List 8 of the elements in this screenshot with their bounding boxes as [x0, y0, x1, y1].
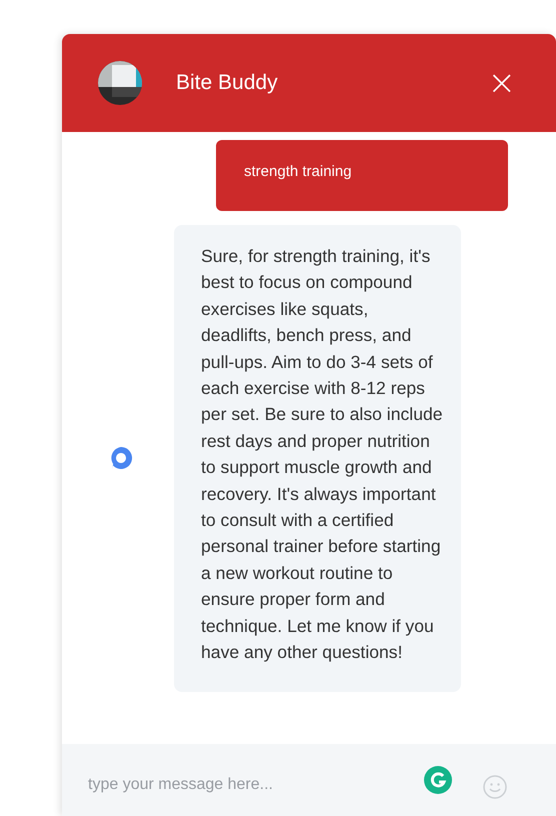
chat-title: Bite Buddy: [176, 71, 279, 95]
user-message: strength training: [216, 140, 508, 211]
close-button[interactable]: ×: [488, 66, 516, 100]
bot-message: Sure, for strength training, it's best to focus on compound exercises like squats, deadlifts, bench press, and pull-ups. Aim to do 3-4 sets of each exercise with 8-12 reps per set. Be sure to also include rest days and proper nutrition to support muscle growth and recovery. It's always important to consult with a certified personal trainer before starting a new workout routine to ensure proper form and technique. Let me know if you have any other questions!: [174, 225, 461, 692]
message-input[interactable]: type your message here...: [86, 775, 394, 795]
bot-avatar-icon: [98, 61, 142, 105]
grammar-assistant-icon[interactable]: [424, 766, 452, 794]
emoji-icon[interactable]: [482, 774, 508, 800]
